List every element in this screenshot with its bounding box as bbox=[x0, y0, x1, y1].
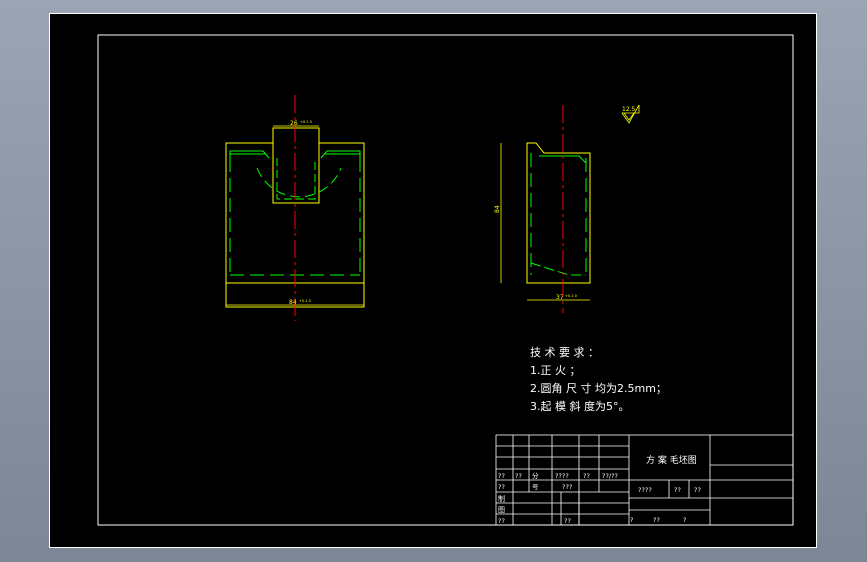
front-view[interactable]: 26 +0.1 0 84 +0.1 0 bbox=[225, 95, 365, 321]
tb-r2-c1: 号 bbox=[532, 483, 539, 491]
dim-height: 84 bbox=[494, 205, 501, 213]
tb-r1-c0: ?? bbox=[498, 472, 505, 480]
tb-r1-c2: 分 bbox=[532, 471, 539, 480]
tech-req-item2: 2.圆角 尺 寸 均为2.5mm； bbox=[530, 381, 667, 395]
tb-cell-scale: ???? bbox=[638, 486, 652, 494]
tb-label-3: ?? bbox=[498, 517, 505, 525]
roughness-symbol: 12.5 bbox=[621, 104, 640, 124]
tb-r1-c4: ?? bbox=[583, 472, 590, 480]
tb-r1-c3: ???? bbox=[555, 472, 569, 480]
front-arc bbox=[256, 167, 342, 198]
tb-r2-c2: ??? bbox=[562, 483, 572, 491]
roughness-value: 12.5 bbox=[622, 106, 636, 113]
title-block[interactable] bbox=[495, 434, 794, 526]
front-slot bbox=[272, 143, 320, 204]
tb-cell-2: ?? bbox=[674, 486, 681, 494]
drawing-canvas: 26 +0.1 0 84 +0.1 0 84 37 +0.1 0 12.5 技 … bbox=[49, 13, 817, 548]
tb-bottom-2: ? bbox=[683, 516, 686, 524]
tb-label-tu: 图 bbox=[498, 506, 505, 514]
tb-r2-c0: ?? bbox=[498, 483, 505, 491]
tb-bottom-1: ?? bbox=[653, 516, 660, 524]
tech-req-item3: 3.起 模 斜 度为5°。 bbox=[530, 399, 629, 413]
tech-requirements: 技 术 要 求 ： 1.正 火 ； 2.圆角 尺 寸 均为2.5mm； 3.起 … bbox=[530, 346, 667, 413]
tb-bottom-0: ? bbox=[630, 516, 633, 524]
drawing-name: 方 案 毛坯图 bbox=[646, 454, 697, 466]
dim-top-width: 26 bbox=[290, 120, 298, 127]
dim-bottom-width-tol: +0.1 0 bbox=[299, 299, 311, 303]
dim-side-width-tol: +0.1 0 bbox=[565, 294, 577, 298]
tb-r1-c5: ??/?? bbox=[602, 472, 618, 480]
dim-top-width-tol: +0.1 0 bbox=[300, 120, 312, 124]
tb-label-4: ?? bbox=[564, 517, 571, 525]
tb-label-zhi: 制 bbox=[498, 494, 505, 503]
tb-cell-3: ?? bbox=[694, 486, 701, 494]
side-view[interactable]: 84 37 +0.1 0 bbox=[494, 105, 591, 313]
tech-req-item1: 1.正 火 ； bbox=[530, 364, 581, 377]
inner-border bbox=[97, 34, 794, 526]
tech-req-title: 技 术 要 求 ： bbox=[530, 346, 599, 359]
outer-border bbox=[49, 13, 817, 548]
front-slot-hidden bbox=[276, 158, 316, 200]
side-outline bbox=[526, 142, 591, 284]
dim-bottom-width: 84 bbox=[289, 299, 297, 306]
cad-viewport[interactable]: 26 +0.1 0 84 +0.1 0 84 37 +0.1 0 12.5 技 … bbox=[49, 13, 817, 548]
side-hidden-bottom bbox=[530, 262, 586, 276]
tb-r1-c1: ?? bbox=[515, 472, 522, 480]
